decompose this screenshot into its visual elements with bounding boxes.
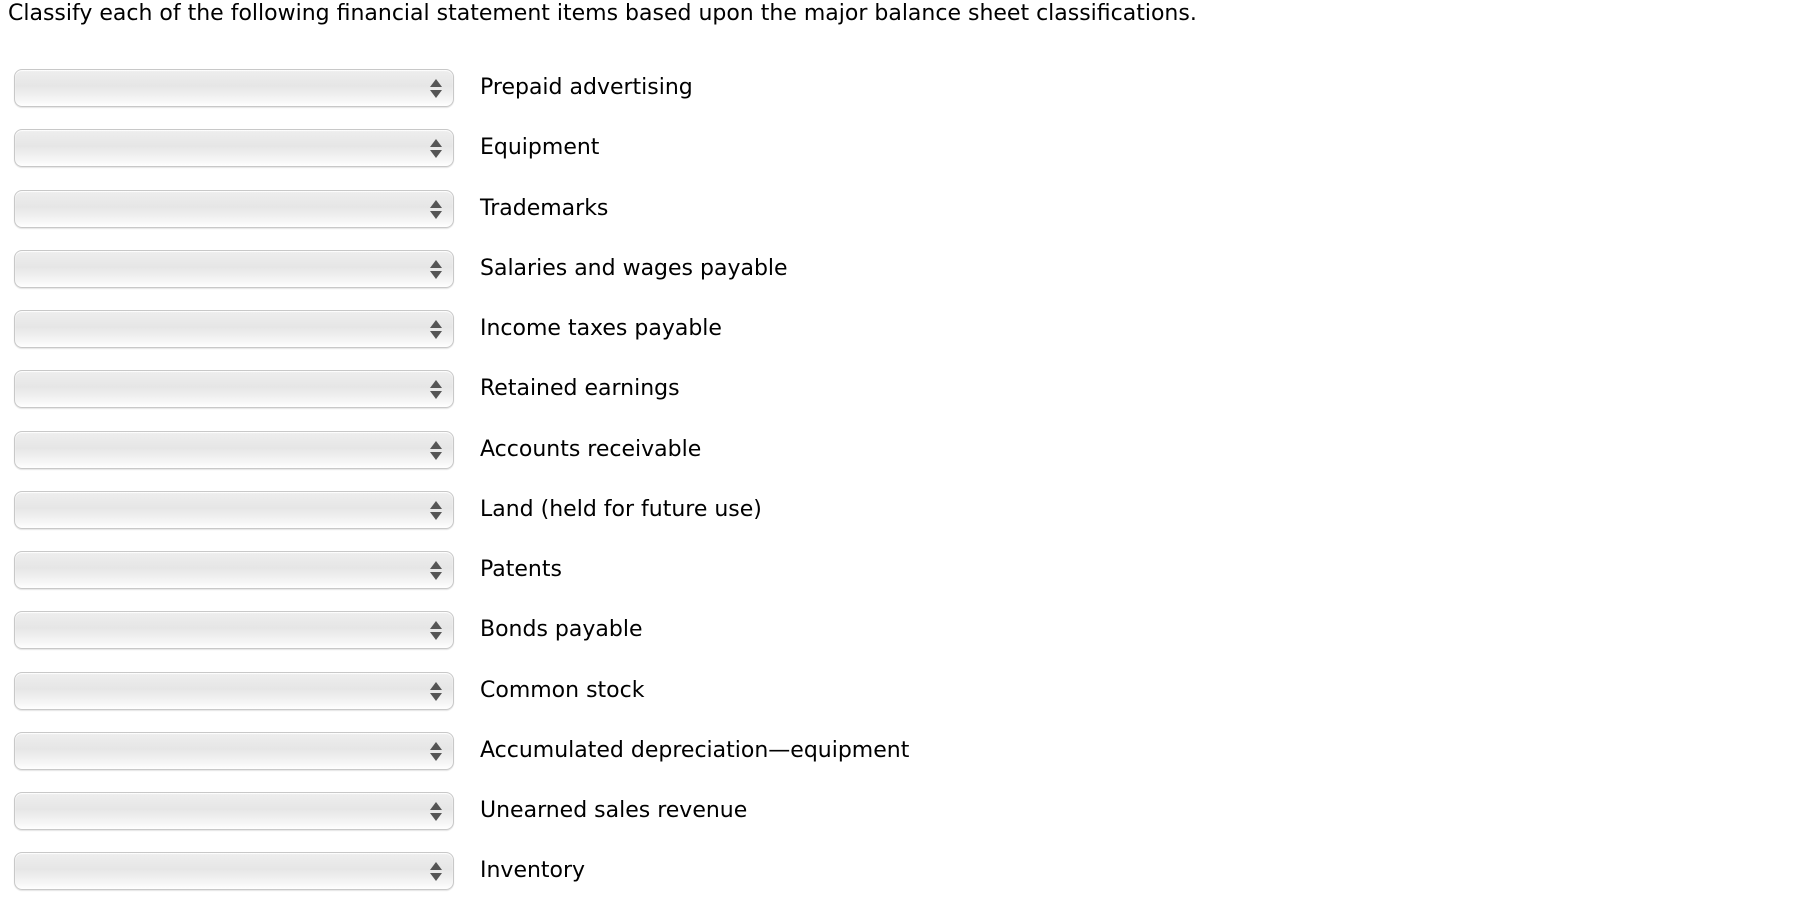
arrow-down-icon (430, 572, 442, 580)
classification-select[interactable] (14, 129, 454, 168)
item-label: Salaries and wages payable (480, 255, 788, 281)
item-label: Patents (480, 557, 562, 582)
item-label: Trademarks (480, 195, 609, 221)
classification-select[interactable] (14, 370, 454, 409)
up-down-arrows-icon (430, 681, 442, 703)
list-item: Equipment (14, 128, 909, 168)
up-down-arrows-icon (430, 199, 442, 221)
up-down-arrows-icon (430, 78, 442, 100)
classification-select[interactable] (14, 792, 454, 830)
arrow-up-icon (430, 500, 442, 509)
item-label: Inventory (480, 858, 586, 884)
up-down-arrows-icon (430, 379, 442, 401)
list-item: Bonds payable (14, 610, 909, 650)
item-label: Unearned sales revenue (480, 798, 748, 823)
up-down-arrows-icon (430, 560, 442, 582)
arrow-up-icon (430, 320, 442, 328)
arrow-down-icon (430, 391, 442, 400)
classification-list: Prepaid advertising Equipment Trademarks Sa… (14, 68, 909, 912)
classification-select[interactable] (14, 611, 454, 650)
item-label: Accounts receivable (480, 436, 702, 462)
item-label: Equipment (480, 135, 600, 161)
list-item: Retained earnings (14, 369, 909, 409)
list-item: Income taxes payable (14, 309, 909, 349)
arrow-down-icon (430, 451, 442, 460)
up-down-arrows-icon (430, 620, 442, 642)
arrow-down-icon (430, 90, 442, 98)
classification-select[interactable] (14, 490, 454, 529)
classification-select[interactable] (14, 430, 454, 469)
classification-select[interactable] (14, 69, 454, 107)
list-item: Accounts receivable (14, 430, 909, 470)
arrow-up-icon (430, 440, 442, 449)
classification-select[interactable] (14, 249, 454, 288)
item-label: Income taxes payable (480, 316, 722, 341)
up-down-arrows-icon (430, 440, 442, 462)
up-down-arrows-icon (430, 259, 442, 281)
classification-select[interactable] (14, 551, 454, 589)
list-item: Unearned sales revenue (14, 791, 909, 831)
up-down-arrows-icon (430, 500, 442, 522)
arrow-down-icon (430, 873, 442, 882)
arrow-up-icon (430, 561, 442, 569)
arrow-down-icon (430, 632, 442, 641)
list-item: Trademarks (14, 189, 909, 229)
item-label: Prepaid advertising (480, 75, 693, 100)
arrow-up-icon (430, 681, 442, 690)
arrow-up-icon (430, 79, 442, 87)
arrow-up-icon (430, 380, 442, 389)
arrow-up-icon (430, 139, 442, 148)
arrow-down-icon (430, 813, 442, 821)
up-down-arrows-icon (430, 319, 442, 341)
item-label: Land (held for future use) (480, 496, 762, 522)
arrow-down-icon (430, 270, 442, 279)
up-down-arrows-icon (430, 801, 442, 823)
item-label: Retained earnings (480, 376, 680, 402)
arrow-up-icon (430, 199, 442, 208)
classification-select[interactable] (14, 189, 454, 228)
list-item: Common stock (14, 671, 909, 711)
list-item: Accumulated depreciation—equipment (14, 731, 909, 771)
arrow-up-icon (430, 802, 442, 810)
item-label: Bonds payable (480, 617, 643, 643)
list-item: Salaries and wages payable (14, 249, 909, 289)
classification-select[interactable] (14, 731, 454, 770)
list-item: Land (held for future use) (14, 490, 909, 530)
list-item: Prepaid advertising (14, 68, 909, 108)
instructions-text: Classify each of the following financial… (8, 1, 1197, 26)
arrow-down-icon (430, 511, 442, 520)
arrow-down-icon (430, 692, 442, 701)
arrow-down-icon (430, 331, 442, 339)
list-item: Patents (14, 550, 909, 590)
arrow-down-icon (430, 210, 442, 219)
up-down-arrows-icon (430, 861, 442, 883)
classification-select[interactable] (14, 671, 454, 710)
classification-select[interactable] (14, 852, 454, 891)
list-item: Inventory (14, 851, 909, 891)
arrow-down-icon (430, 150, 442, 159)
arrow-up-icon (430, 259, 442, 268)
up-down-arrows-icon (430, 741, 442, 763)
arrow-down-icon (430, 752, 442, 761)
item-label: Accumulated depreciation—equipment (480, 737, 910, 763)
up-down-arrows-icon (430, 138, 442, 160)
classification-select[interactable] (14, 310, 454, 348)
arrow-up-icon (430, 862, 442, 871)
arrow-up-icon (430, 741, 442, 750)
item-label: Common stock (480, 677, 645, 703)
arrow-up-icon (430, 621, 442, 630)
